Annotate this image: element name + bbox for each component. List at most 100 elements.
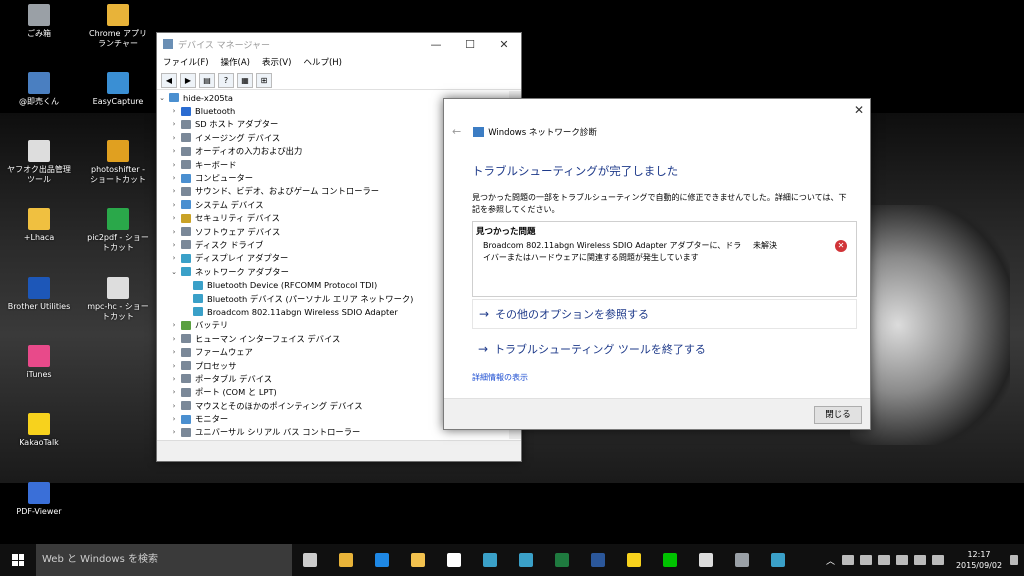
tree-item-label: ヒューマン インターフェイス デバイス xyxy=(195,333,341,344)
device-icon xyxy=(181,160,191,170)
back-arrow-icon[interactable]: ← xyxy=(452,125,461,138)
chevron-right-icon[interactable]: › xyxy=(169,362,179,370)
excel-button[interactable] xyxy=(544,544,580,576)
clock-time: 12:17 xyxy=(967,550,991,559)
tree-item-label: ポート (COM と LPT) xyxy=(195,387,277,398)
close-troubleshooter-link[interactable]: → トラブルシューティング ツールを終了する xyxy=(472,335,855,363)
chevron-right-icon[interactable]: › xyxy=(169,241,179,249)
word-button[interactable] xyxy=(580,544,616,576)
menu-item[interactable]: 表示(V) xyxy=(262,55,291,71)
problems-header: 見つかった問題 xyxy=(476,227,536,237)
properties-icon[interactable]: ▤ xyxy=(199,72,215,88)
kakaotalk-button[interactable] xyxy=(616,544,652,576)
chevron-right-icon[interactable]: › xyxy=(169,214,179,222)
close-icon[interactable]: ✕ xyxy=(854,103,864,117)
scan-hardware-icon[interactable]: ⊞ xyxy=(256,72,272,88)
action-center-icon[interactable] xyxy=(1010,555,1018,565)
tree-item-label: キーボード xyxy=(195,159,237,170)
file-explorer-button[interactable] xyxy=(400,544,436,576)
chevron-right-icon[interactable]: › xyxy=(169,201,179,209)
diagnostics-button[interactable] xyxy=(760,544,796,576)
chevron-right-icon[interactable]: › xyxy=(169,415,179,423)
device-icon xyxy=(193,307,203,317)
desktop-icon[interactable]: Brother Utilities xyxy=(7,277,71,312)
tree-item-label: プロセッサ xyxy=(195,360,237,371)
chevron-right-icon[interactable]: › xyxy=(169,321,179,329)
desktop-icon-label: iTunes xyxy=(26,370,52,379)
chevron-right-icon[interactable]: › xyxy=(169,228,179,236)
chevron-right-icon[interactable]: › xyxy=(169,348,179,356)
desktop-icon[interactable]: mpc-hc - ショートカット xyxy=(86,277,150,322)
desktop-icon[interactable]: photoshifter - ショートカット xyxy=(86,140,150,185)
desktop-icon[interactable]: EasyCapture xyxy=(86,72,150,107)
device-icon xyxy=(181,106,191,116)
tree-item-label: ポータブル デバイス xyxy=(195,373,273,384)
calculator-button[interactable] xyxy=(688,544,724,576)
chevron-right-icon[interactable]: › xyxy=(169,428,179,436)
device-manager-button[interactable] xyxy=(724,544,760,576)
app-icon xyxy=(28,140,50,162)
minimize-button[interactable]: — xyxy=(419,33,453,55)
close-button[interactable]: ✕ xyxy=(487,33,521,55)
chevron-right-icon[interactable]: › xyxy=(169,134,179,142)
battery-icon[interactable] xyxy=(842,555,854,565)
menu-bar: ファイル(F) 操作(A) 表示(V) ヘルプ(H) xyxy=(157,55,521,71)
chevron-down-icon[interactable]: ⌄ xyxy=(157,94,167,102)
window-title: デバイス マネージャー xyxy=(178,40,270,51)
chevron-right-icon[interactable]: › xyxy=(169,375,179,383)
back-icon[interactable]: ◀ xyxy=(161,72,177,88)
app-icon xyxy=(28,4,50,26)
chevron-right-icon[interactable]: › xyxy=(169,335,179,343)
chevron-up-icon[interactable]: ︿ xyxy=(826,554,835,567)
edge-button[interactable] xyxy=(364,544,400,576)
volume-icon[interactable] xyxy=(896,555,908,565)
chevron-right-icon[interactable]: › xyxy=(169,388,179,396)
more-options-link[interactable]: → その他のオプションを参照する xyxy=(472,299,857,329)
chevron-right-icon[interactable]: › xyxy=(169,187,179,195)
chevron-right-icon[interactable]: › xyxy=(169,402,179,410)
chevron-right-icon[interactable]: › xyxy=(169,147,179,155)
menu-item[interactable]: 操作(A) xyxy=(221,55,250,71)
taskbar-search[interactable]: Web と Windows を検索 xyxy=(36,544,292,576)
network-diag-button[interactable] xyxy=(472,544,508,576)
chevron-right-icon[interactable]: › xyxy=(169,254,179,262)
store-apps-button[interactable] xyxy=(328,544,364,576)
chevron-right-icon[interactable]: › xyxy=(169,120,179,128)
chevron-down-icon[interactable]: ⌄ xyxy=(169,268,179,276)
keyboard-icon[interactable] xyxy=(932,555,944,565)
tree-item-label: ユニバーサル シリアル バス コントローラー xyxy=(195,427,361,438)
system-tray: ︿ 12:17 2015/09/02 xyxy=(826,544,1024,576)
maximize-button[interactable]: ☐ xyxy=(453,33,487,55)
details-icon[interactable]: ▦ xyxy=(237,72,253,88)
ime-icon[interactable] xyxy=(914,555,926,565)
forward-icon[interactable]: ▶ xyxy=(180,72,196,88)
menu-item[interactable]: ファイル(F) xyxy=(163,55,209,71)
close-button[interactable]: 閉じる xyxy=(814,406,862,424)
view-details-link[interactable]: 詳細情報の表示 xyxy=(472,372,528,383)
chevron-right-icon[interactable]: › xyxy=(169,174,179,182)
network-icon[interactable] xyxy=(878,555,890,565)
desktop-icon[interactable]: ヤフオク出品管理ツール xyxy=(7,140,71,185)
desktop-icon[interactable]: @即売くん xyxy=(7,72,71,107)
menu-item[interactable]: ヘルプ(H) xyxy=(303,55,342,71)
line-button[interactable] xyxy=(652,544,688,576)
store-button[interactable] xyxy=(436,544,472,576)
desktop-icon[interactable]: pic2pdf - ショートカット xyxy=(86,208,150,253)
desktop-icon[interactable]: +Lhaca xyxy=(7,208,71,243)
device-icon xyxy=(519,553,533,567)
desktop-icon[interactable]: KakaoTalk xyxy=(7,413,71,448)
desktop-icon[interactable]: iTunes xyxy=(7,345,71,380)
taskbar-apps xyxy=(292,544,796,576)
help-icon[interactable]: ? xyxy=(218,72,234,88)
chevron-right-icon[interactable]: › xyxy=(169,107,179,115)
desktop-icon[interactable]: ごみ箱 xyxy=(7,4,71,39)
clock[interactable]: 12:17 2015/09/02 xyxy=(951,549,1007,571)
chevron-right-icon[interactable]: › xyxy=(169,161,179,169)
device-button[interactable] xyxy=(508,544,544,576)
desktop-icon[interactable]: PDF-Viewer xyxy=(7,482,71,517)
task-view-button[interactable] xyxy=(292,544,328,576)
desktop-icon[interactable]: Chrome アプリ ランチャー xyxy=(86,4,150,49)
tree-item-label: ディスク ドライブ xyxy=(195,239,264,250)
notification-icon[interactable] xyxy=(860,555,872,565)
start-button[interactable] xyxy=(0,544,36,576)
